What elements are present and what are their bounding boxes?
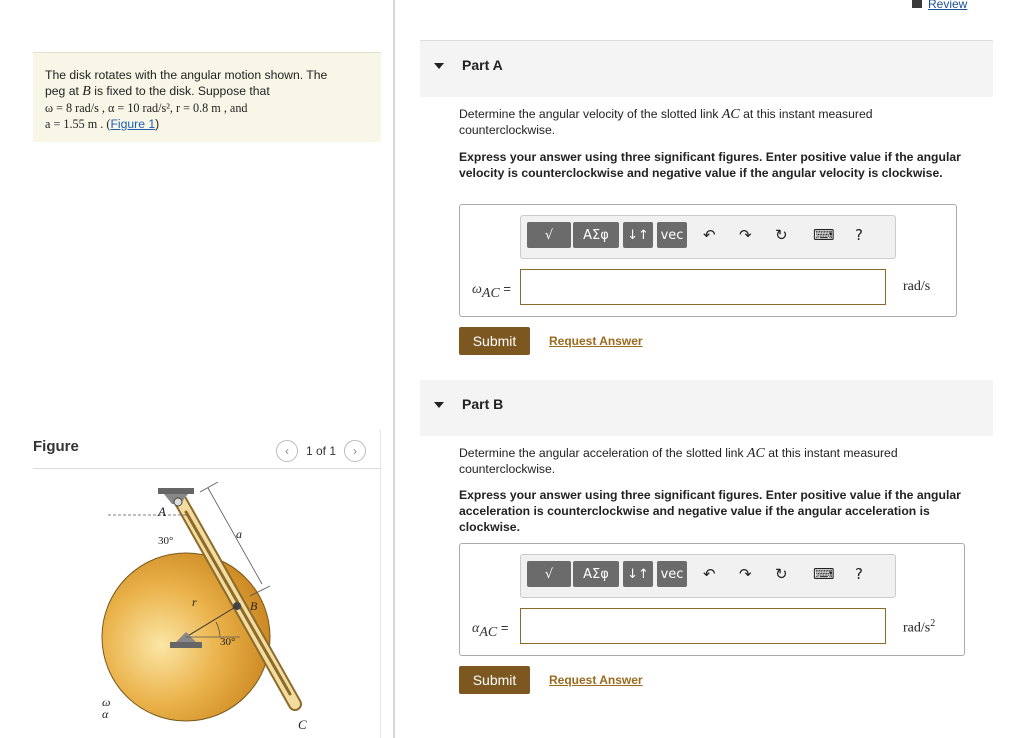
- part-b-header[interactable]: Part B: [420, 380, 993, 436]
- figure-pager: ‹ 1 of 1 ›: [276, 440, 367, 462]
- part-a-submit-button[interactable]: Submit: [459, 327, 530, 355]
- figure-separator: [33, 468, 381, 469]
- undo-icon[interactable]: ↶: [703, 226, 716, 244]
- help-icon[interactable]: ?: [855, 226, 863, 244]
- book-icon: [912, 0, 922, 8]
- part-b-question: Determine the angular acceleration of th…: [459, 446, 898, 476]
- symbols-button[interactable]: ΑΣφ: [573, 222, 619, 248]
- part-b-submit-button[interactable]: Submit: [459, 666, 530, 694]
- part-a-variable-label: ωAC =: [472, 281, 511, 301]
- keyboard-icon[interactable]: ⌨: [813, 226, 835, 244]
- label-a-point: A: [157, 504, 166, 519]
- templates-button[interactable]: √: [527, 222, 571, 248]
- part-a-header[interactable]: Part A: [420, 41, 993, 97]
- label-r: r: [192, 595, 197, 609]
- symbols-button[interactable]: ΑΣφ: [573, 561, 619, 587]
- part-b-answer-box: √ ΑΣφ ↓↑ vec ↶ ↷ ↻ ⌨ ? αAC = rad/s2: [459, 543, 965, 656]
- chevron-left-icon: ‹: [285, 444, 289, 458]
- updown-arrows-icon: ↓↑: [627, 566, 649, 582]
- part-a-request-answer-link[interactable]: Request Answer: [549, 334, 643, 348]
- label-a-length: a: [236, 527, 242, 541]
- help-icon[interactable]: ?: [855, 565, 863, 583]
- part-a-unit: rad/s: [903, 279, 931, 294]
- part-b-unit: rad/s2: [903, 618, 936, 636]
- problem-statement: The disk rotates with the angular motion…: [33, 52, 381, 142]
- figure-link[interactable]: Figure 1: [110, 117, 155, 131]
- figure-diagram: A 30° a r B 30° C ω α: [101, 482, 307, 732]
- vec-button[interactable]: vec: [657, 561, 687, 587]
- review-label: Review: [928, 0, 968, 11]
- part-b-title: Part B: [462, 396, 504, 412]
- part-b-variable-label: αAC =: [472, 620, 509, 640]
- problem-line-2: peg at B is fixed to the disk. Suppose t…: [45, 84, 270, 99]
- bottom-clipped-row: [420, 734, 993, 738]
- problem-line-3: ω = 8 rad/s , α = 10 rad/s², r = 0.8 m ,…: [45, 101, 248, 115]
- reset-icon[interactable]: ↻: [775, 226, 788, 244]
- part-a-answer-box: √ ΑΣφ ↓↑ vec ↶ ↷ ↻ ⌨ ? ωAC = rad/s: [459, 204, 957, 317]
- pin-support-center: [170, 642, 202, 648]
- figure-title: Figure: [33, 438, 79, 455]
- next-figure-button[interactable]: ›: [344, 440, 367, 462]
- label-angle-top: 30°: [158, 535, 173, 547]
- review-link[interactable]: Review: [912, 0, 967, 11]
- reset-icon[interactable]: ↻: [775, 565, 788, 583]
- part-a-title: Part A: [462, 57, 503, 73]
- problem-line-4: a = 1.55 m . (Figure 1): [45, 117, 160, 131]
- part-a-question: Determine the angular velocity of the sl…: [459, 107, 873, 137]
- vec-button[interactable]: vec: [657, 222, 687, 248]
- arrows-button[interactable]: ↓↑: [623, 561, 653, 587]
- problem-line-1: The disk rotates with the angular motion…: [45, 68, 328, 82]
- pane-divider[interactable]: [393, 0, 395, 738]
- figure-pane-edge: [380, 430, 381, 738]
- updown-arrows-icon: ↓↑: [627, 227, 649, 243]
- part-b-request-answer-link[interactable]: Request Answer: [549, 673, 643, 687]
- templates-icon: √: [544, 227, 554, 243]
- keyboard-icon[interactable]: ⌨: [813, 565, 835, 583]
- part-b-instruction: Express your answer using three signific…: [459, 488, 961, 534]
- pin-support-top: [158, 488, 194, 494]
- prev-figure-button[interactable]: ‹: [276, 440, 298, 462]
- templates-button[interactable]: √: [527, 561, 571, 587]
- part-b-answer-input[interactable]: [520, 608, 886, 644]
- math-toolbar: √ ΑΣφ ↓↑ vec ↶ ↷ ↻ ⌨ ?: [520, 554, 896, 598]
- label-angle-bottom: 30°: [220, 636, 235, 648]
- figure-page-count: 1 of 1: [306, 444, 337, 458]
- part-a-answer-input[interactable]: [520, 269, 886, 305]
- math-toolbar: √ ΑΣφ ↓↑ vec ↶ ↷ ↻ ⌨ ?: [520, 215, 896, 259]
- label-b: B: [250, 599, 258, 613]
- collapse-arrow-icon: [434, 63, 444, 69]
- collapse-arrow-icon: [434, 402, 444, 408]
- undo-icon[interactable]: ↶: [703, 565, 716, 583]
- arrows-button[interactable]: ↓↑: [623, 222, 653, 248]
- label-alpha: α: [102, 707, 109, 721]
- redo-icon[interactable]: ↷: [739, 226, 752, 244]
- redo-icon[interactable]: ↷: [739, 565, 752, 583]
- templates-icon: √: [544, 566, 554, 582]
- label-c: C: [298, 717, 307, 732]
- chevron-right-icon: ›: [353, 444, 358, 458]
- part-a-instruction: Express your answer using three signific…: [459, 150, 961, 180]
